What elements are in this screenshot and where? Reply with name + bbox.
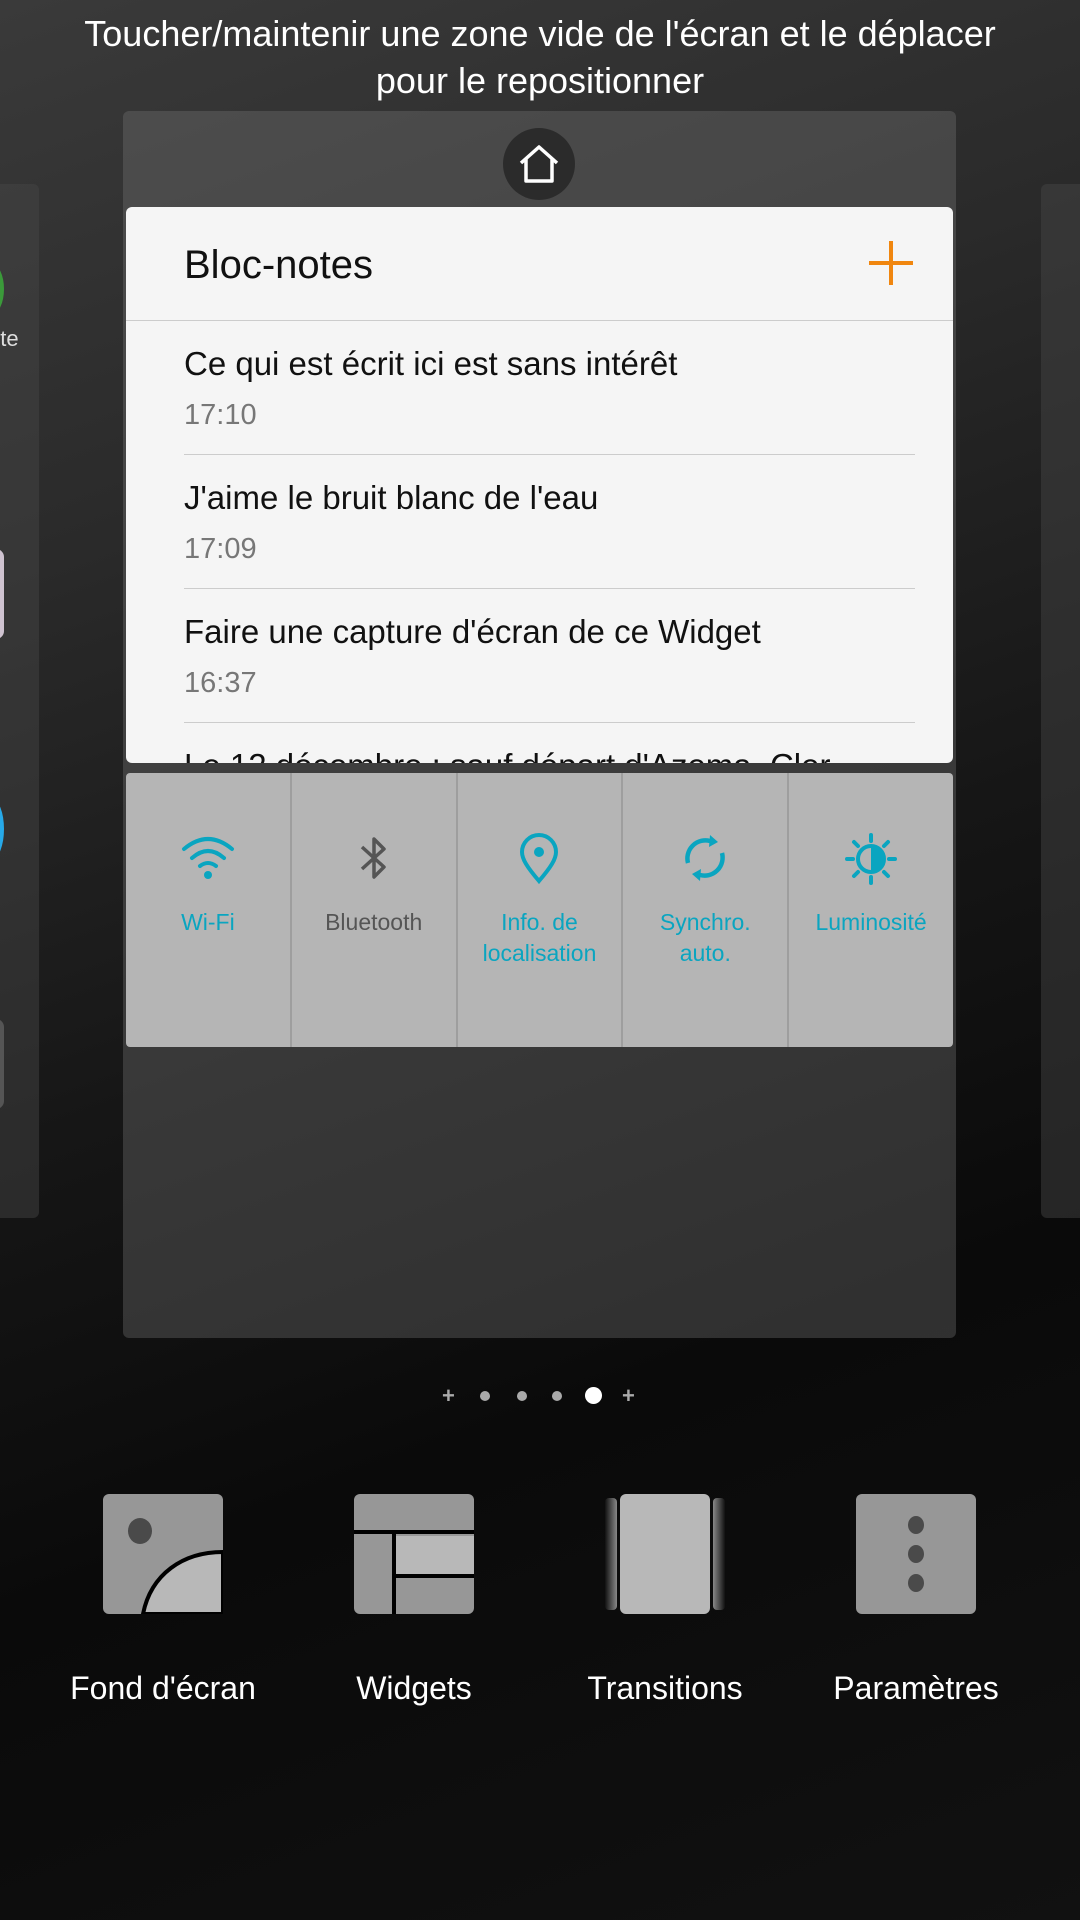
- previous-page-preview[interactable]: ote r: [0, 184, 39, 1218]
- auto-sync-label: Synchro. auto.: [623, 907, 787, 969]
- widgets-icon: [354, 1494, 474, 1614]
- auto-sync-label-text: Synchro. auto.: [659, 909, 751, 966]
- wallpaper-label: Fond d'écran: [70, 1670, 256, 1706]
- note-time: 17:10: [184, 399, 257, 431]
- page-dot[interactable]: [552, 1391, 562, 1401]
- hint-line-2: pour le repositionner: [375, 60, 705, 101]
- settings-icon: [856, 1494, 976, 1614]
- app-icon: [0, 1019, 4, 1109]
- widgets-option[interactable]: Widgets: [299, 1494, 529, 1707]
- hint-line-1: Toucher/maintenir une zone vide de l'écr…: [84, 13, 996, 54]
- sync-icon: [685, 835, 726, 881]
- location-toggle[interactable]: Info. de localisation: [458, 773, 624, 1047]
- settings-label: Paramètres: [833, 1670, 999, 1706]
- page-dot[interactable]: [480, 1391, 490, 1401]
- wallpaper-icon: [103, 1494, 225, 1616]
- next-page-preview[interactable]: [1041, 184, 1080, 1218]
- wifi-label: Wi-Fi: [181, 909, 235, 935]
- note-title: Ce qui est écrit ici est sans intérêt: [184, 345, 678, 382]
- set-home-page-button[interactable]: [503, 128, 575, 200]
- page-dot[interactable]: [517, 1391, 527, 1401]
- app-icon: [0, 264, 4, 314]
- auto-sync-toggle[interactable]: Synchro. auto.: [623, 773, 790, 1047]
- add-note-button[interactable]: [869, 241, 913, 285]
- wifi-icon: [181, 837, 234, 879]
- page-dot-current[interactable]: [585, 1387, 602, 1404]
- bluetooth-toggle[interactable]: Bluetooth: [292, 773, 458, 1047]
- quick-settings-widget: Wi-Fi Bluetooth Info. de localisation Sy…: [126, 773, 953, 1047]
- add-page-left-icon[interactable]: +: [442, 1385, 455, 1407]
- notes-header: Bloc-notes: [126, 207, 953, 321]
- brightness-icon: [845, 833, 898, 885]
- page-indicator: + +: [0, 1385, 1080, 1407]
- brightness-label: Luminosité: [815, 909, 927, 935]
- note-time: 16:37: [184, 667, 257, 699]
- add-page-right-icon[interactable]: +: [622, 1385, 635, 1407]
- widgets-label: Widgets: [356, 1670, 472, 1706]
- location-label: Info. de localisation: [458, 907, 622, 969]
- app-label: ote: [0, 326, 19, 351]
- note-item[interactable]: Le 12 décembre : sauf départ d'Azema, Cl…: [184, 723, 915, 763]
- location-icon: [520, 833, 559, 885]
- wifi-toggle[interactable]: Wi-Fi: [126, 773, 292, 1047]
- app-icon: [0, 799, 4, 859]
- settings-option[interactable]: Paramètres: [801, 1494, 1031, 1707]
- location-label-text: Info. de localisation: [482, 909, 597, 966]
- home-icon: [519, 145, 559, 183]
- note-time: 17:09: [184, 533, 257, 565]
- note-item[interactable]: Ce qui est écrit ici est sans intérêt 17…: [184, 321, 915, 455]
- note-title: J'aime le bruit blanc de l'eau: [184, 479, 599, 516]
- bluetooth-label: Bluetooth: [325, 909, 423, 935]
- brightness-control[interactable]: Luminosité: [789, 773, 953, 1047]
- transitions-label: Transitions: [587, 1670, 743, 1706]
- reposition-hint: Toucher/maintenir une zone vide de l'écr…: [0, 10, 1080, 104]
- notes-widget[interactable]: Bloc-notes Ce qui est écrit ici est sans…: [126, 207, 953, 763]
- transitions-icon: [605, 1494, 725, 1614]
- bluetooth-icon: [360, 837, 386, 879]
- note-title: Le 12 décembre : sauf départ d'Azema, Cl…: [184, 747, 830, 763]
- transitions-option[interactable]: Transitions: [550, 1494, 780, 1707]
- note-item[interactable]: J'aime le bruit blanc de l'eau 17:09: [184, 455, 915, 589]
- note-title: Faire une capture d'écran de ce Widget: [184, 613, 761, 650]
- notes-title: Bloc-notes: [184, 243, 373, 287]
- app-icon: [0, 549, 4, 639]
- wallpaper-option[interactable]: Fond d'écran: [48, 1494, 278, 1707]
- note-item[interactable]: Faire une capture d'écran de ce Widget 1…: [184, 589, 915, 723]
